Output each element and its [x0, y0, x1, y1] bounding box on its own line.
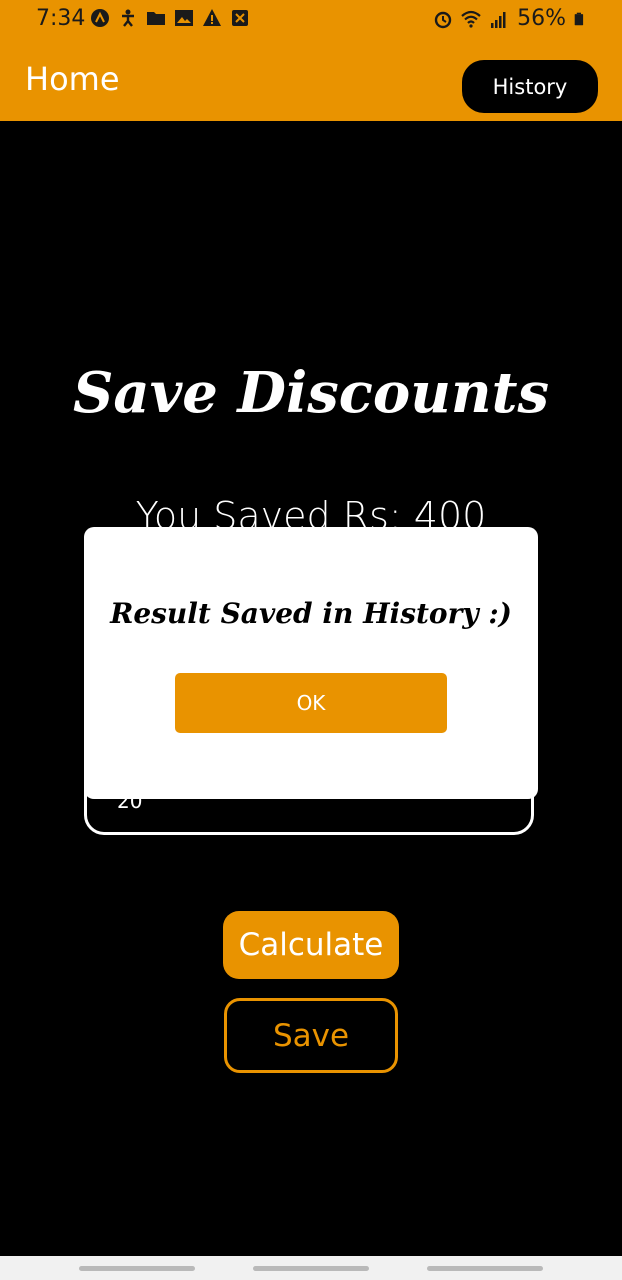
warning-icon	[203, 9, 221, 26]
top-bar: 7:34 56% Home History	[0, 0, 622, 121]
status-bar: 7:34 56%	[0, 0, 622, 38]
nav-handle-right[interactable]	[427, 1266, 543, 1271]
page-title: Home	[25, 60, 120, 98]
signal-icon	[491, 11, 506, 28]
history-button[interactable]: History	[462, 60, 598, 113]
status-right: 56%	[433, 6, 588, 31]
folder-icon	[147, 12, 165, 25]
image-icon	[175, 10, 193, 26]
accessibility-icon	[122, 9, 134, 27]
dialog-message: Result Saved in History :)	[110, 597, 512, 630]
nav-handle-left[interactable]	[79, 1266, 195, 1271]
status-time: 7:34	[36, 6, 86, 31]
result-dialog: Result Saved in History :) OK	[84, 527, 538, 799]
alarm-icon	[434, 11, 452, 28]
battery-percent: 56%	[517, 6, 566, 31]
calculate-button[interactable]: Calculate	[223, 911, 399, 979]
wifi-icon	[461, 10, 481, 28]
expo-icon	[91, 9, 109, 27]
battery-icon	[574, 12, 584, 25]
save-button[interactable]: Save	[224, 998, 398, 1073]
app-heading: Save Discounts	[72, 360, 550, 426]
close-box-icon	[232, 10, 248, 26]
app-screen: 7:34 56% Home History Save Discounts You…	[0, 0, 622, 1280]
system-nav-bar	[0, 1256, 622, 1280]
nav-handle-center[interactable]	[253, 1266, 369, 1271]
notification-icons	[90, 8, 250, 28]
ok-button[interactable]: OK	[175, 673, 447, 733]
